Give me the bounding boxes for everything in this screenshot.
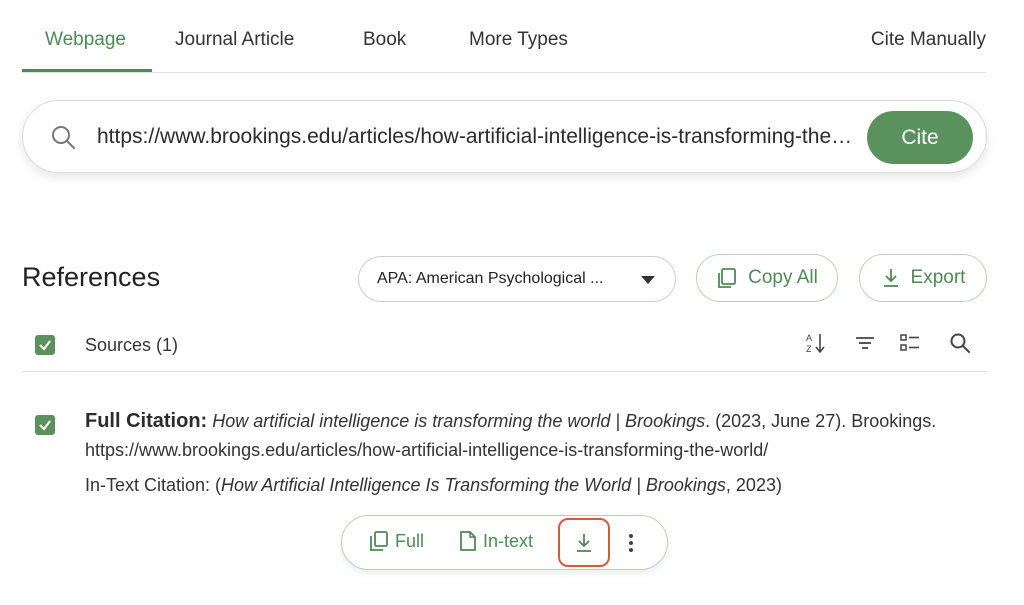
search-icon bbox=[52, 126, 75, 149]
search-references-icon[interactable] bbox=[948, 331, 972, 355]
checkmark-icon bbox=[39, 340, 51, 351]
tab-book[interactable]: Book bbox=[363, 29, 406, 51]
filter-icon[interactable] bbox=[853, 331, 877, 355]
svg-text:Z: Z bbox=[806, 344, 812, 354]
cite-manually-link[interactable]: Cite Manually bbox=[871, 29, 986, 51]
citation-checkbox[interactable] bbox=[35, 415, 55, 435]
full-citation-title: How artificial intelligence is transform… bbox=[212, 411, 706, 431]
copy-in-text-label: In-text bbox=[483, 530, 534, 551]
citation-style-select[interactable]: APA: American Psychological ... bbox=[358, 256, 676, 302]
tab-more-types[interactable]: More Types bbox=[469, 29, 568, 51]
url-search-bar: https://www.brookings.edu/articles/how-a… bbox=[22, 100, 987, 173]
download-citation-button[interactable] bbox=[558, 518, 610, 567]
in-text-suffix: , 2023) bbox=[725, 475, 782, 495]
download-icon bbox=[577, 533, 591, 552]
svg-text:A: A bbox=[806, 333, 812, 343]
tab-journal-article[interactable]: Journal Article bbox=[175, 29, 294, 51]
url-input[interactable]: https://www.brookings.edu/articles/how-a… bbox=[97, 125, 859, 149]
cite-button[interactable]: Cite bbox=[867, 111, 973, 164]
divider bbox=[22, 371, 987, 372]
in-text-title: How Artificial Intelligence Is Transform… bbox=[221, 475, 726, 495]
in-text-prefix: In-Text Citation: ( bbox=[85, 475, 222, 495]
citation-action-bar: Full In-text bbox=[341, 515, 668, 570]
citation-type-tabs: Webpage Journal Article Book More Types … bbox=[22, 0, 986, 73]
copy-all-label: Copy All bbox=[748, 267, 818, 288]
copy-in-text-button[interactable]: In-text bbox=[459, 530, 533, 552]
caret-down-icon bbox=[641, 276, 655, 284]
copy-full-button[interactable]: Full bbox=[369, 530, 424, 552]
copy-icon bbox=[718, 268, 737, 288]
references-heading: References bbox=[22, 262, 161, 292]
more-options-icon[interactable] bbox=[624, 532, 638, 554]
select-all-checkbox[interactable] bbox=[35, 335, 55, 355]
sources-count: Sources (1) bbox=[85, 335, 179, 355]
copy-full-label: Full bbox=[395, 530, 425, 551]
full-citation-label: Full Citation: bbox=[85, 410, 208, 432]
full-citation[interactable]: Full Citation: How artificial intelligen… bbox=[85, 407, 985, 465]
in-text-citation[interactable]: In-Text Citation: (How Artificial Intell… bbox=[85, 475, 782, 496]
checkmark-icon bbox=[39, 420, 51, 431]
document-icon bbox=[460, 531, 476, 551]
copy-all-button[interactable]: Copy All bbox=[696, 254, 838, 302]
citation-style-value: APA: American Psychological ... bbox=[377, 270, 604, 287]
sort-az-icon[interactable]: A Z bbox=[804, 331, 828, 355]
copy-icon bbox=[370, 531, 388, 551]
export-button[interactable]: Export bbox=[859, 254, 987, 302]
export-label: Export bbox=[910, 267, 966, 288]
list-view-icon[interactable] bbox=[898, 331, 922, 355]
tab-webpage[interactable]: Webpage bbox=[45, 29, 126, 51]
download-icon bbox=[883, 269, 898, 287]
active-tab-indicator bbox=[22, 69, 152, 72]
